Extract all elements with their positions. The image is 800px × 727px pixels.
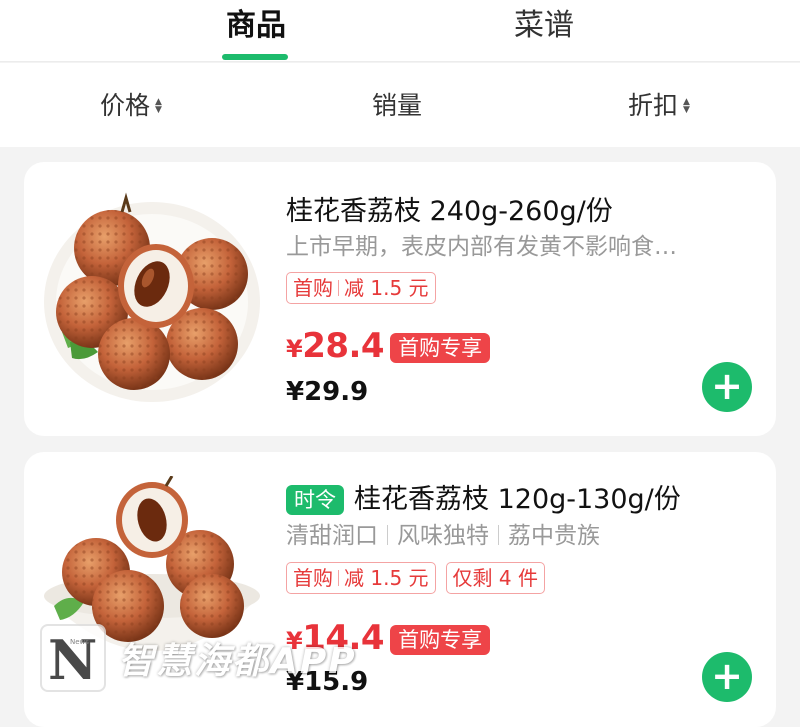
sale-price-value: 28.4 (302, 326, 385, 366)
promo-tags: 首购减 1.5 元 (286, 272, 436, 304)
watermark: N News 智慧海都APP (40, 624, 357, 692)
product-title[interactable]: 时令 桂花香荔枝 120g-130g/份 (286, 482, 681, 518)
desc-part: 清甜润口 (286, 523, 378, 549)
tag-text: 首购 (293, 566, 333, 590)
sort-arrows-icon: ▲ ▼ (155, 97, 162, 115)
tag-text: 首购 (293, 276, 333, 300)
sort-price-label: 价格 (100, 91, 151, 120)
desc-part: 风味独特 (397, 523, 489, 549)
sort-price[interactable]: 价格 ▲ ▼ (100, 89, 162, 123)
active-tab-indicator (222, 54, 288, 60)
plus-icon: + (711, 654, 743, 698)
sort-sales[interactable]: 销量 (372, 89, 422, 123)
tag-text: 减 1.5 元 (344, 566, 429, 590)
promo-tag-stock-left: 仅剩 4 件 (445, 562, 545, 594)
news-logo: N News (40, 624, 106, 692)
product-description: 清甜润口 风味独特 荔中贵族 (286, 521, 600, 551)
currency-symbol: ¥ (286, 335, 303, 363)
add-to-cart-button[interactable]: + (702, 362, 752, 412)
desc-part: 荔中贵族 (508, 523, 600, 549)
seasonal-tag: 时令 (286, 485, 344, 515)
product-title-text: 桂花香荔枝 120g-130g/份 (354, 484, 681, 515)
sale-price: ¥28.4 (286, 326, 385, 369)
logo-small-text: News (70, 638, 89, 646)
sort-discount[interactable]: 折扣 ▲ ▼ (628, 89, 690, 123)
product-title[interactable]: 桂花香荔枝 240g-260g/份 (286, 194, 613, 230)
sort-sales-label: 销量 (372, 91, 423, 120)
add-to-cart-button[interactable]: + (702, 652, 752, 702)
sale-price-row: ¥28.4 首购专享 (286, 326, 491, 369)
tab-products[interactable]: 商品 (186, 6, 326, 46)
product-description: 上市早期，表皮内部有发黄不影响食… (286, 234, 677, 260)
top-tab-bar: 商品 菜谱 (0, 0, 800, 62)
first-purchase-badge: 首购专享 (390, 332, 491, 363)
product-image-lychee-plate (44, 192, 260, 402)
watermark-text: 智慧海都APP (118, 641, 357, 682)
product-card[interactable]: 桂花香荔枝 240g-260g/份 上市早期，表皮内部有发黄不影响食… 首购减 … (24, 162, 776, 436)
first-purchase-badge: 首购专享 (390, 624, 491, 655)
promo-tag-first-purchase: 首购减 1.5 元 (286, 272, 436, 304)
tab-recipes[interactable]: 菜谱 (474, 6, 614, 46)
sort-arrows-icon: ▲ ▼ (683, 97, 690, 115)
tag-text: 减 1.5 元 (344, 276, 429, 300)
sort-discount-label: 折扣 (628, 91, 679, 120)
sort-bar: 价格 ▲ ▼ 销量 折扣 ▲ ▼ (0, 63, 800, 147)
original-price: ¥29.9 (286, 377, 369, 407)
tag-text: 仅剩 4 件 (452, 566, 538, 590)
promo-tags: 首购减 1.5 元 仅剩 4 件 (286, 562, 545, 594)
promo-tag-first-purchase: 首购减 1.5 元 (286, 562, 436, 594)
plus-icon: + (711, 364, 743, 408)
